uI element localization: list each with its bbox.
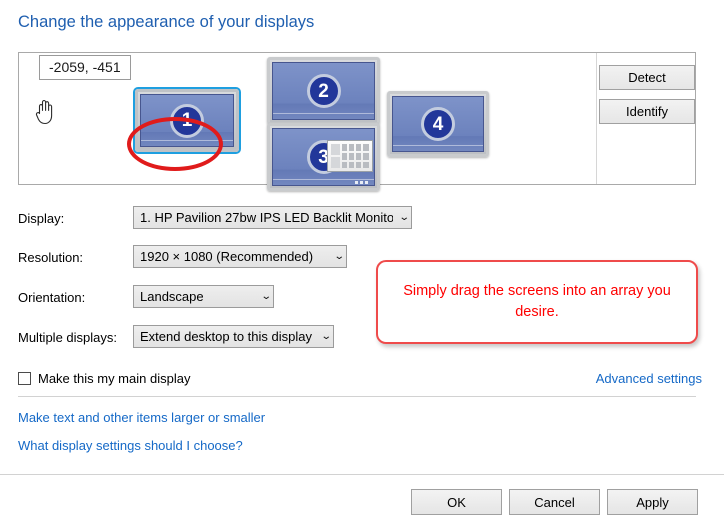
- red-ellipse-annotation: [127, 117, 223, 171]
- text-size-link[interactable]: Make text and other items larger or smal…: [18, 410, 265, 425]
- start-tiles-icon-grid: [341, 144, 369, 169]
- orientation-select[interactable]: Landscape ⌄: [133, 285, 274, 308]
- panel-vertical-divider: [596, 53, 597, 184]
- drag-coordinates-tooltip: -2059, -451: [39, 55, 131, 80]
- monitor-screen-3: 3: [272, 128, 375, 186]
- display-preview-panel[interactable]: 1 2 3 4 -2059, -451 Detect Identify: [18, 52, 696, 191]
- monitor-number-badge-2: 2: [306, 74, 341, 108]
- cancel-button[interactable]: Cancel: [509, 489, 600, 515]
- monitor-tile-2[interactable]: 2: [267, 57, 380, 125]
- detect-button[interactable]: Detect: [599, 65, 695, 90]
- chevron-down-icon: ⌄: [398, 212, 410, 223]
- multiple-displays-select[interactable]: Extend desktop to this display ⌄: [133, 325, 334, 348]
- monitor-tile-4[interactable]: 4: [387, 91, 489, 157]
- display-select-value: 1. HP Pavilion 27bw IPS LED Backlit Moni…: [140, 210, 393, 225]
- advanced-settings-link[interactable]: Advanced settings: [596, 371, 702, 386]
- chevron-down-icon: ⌄: [333, 251, 345, 262]
- form-divider: [18, 396, 696, 397]
- apply-button[interactable]: Apply: [607, 489, 698, 515]
- monitor-number-badge-4: 4: [421, 107, 455, 141]
- drag-instruction-callout: Simply drag the screens into an array yo…: [376, 260, 698, 344]
- orientation-select-value: Landscape: [140, 289, 204, 304]
- main-display-checkbox-label: Make this my main display: [38, 371, 191, 386]
- multiple-displays-label: Multiple displays:: [18, 330, 117, 345]
- main-display-checkbox-row[interactable]: Make this my main display: [18, 371, 190, 386]
- display-label: Display:: [18, 211, 65, 226]
- orientation-label: Orientation:: [18, 290, 86, 305]
- identify-button[interactable]: Identify: [599, 99, 695, 124]
- chevron-down-icon: ⌄: [320, 331, 332, 342]
- what-display-settings-link[interactable]: What display settings should I choose?: [18, 438, 243, 453]
- multiple-displays-select-value: Extend desktop to this display: [140, 329, 312, 344]
- monitor-screen-4: 4: [392, 96, 484, 152]
- resolution-select[interactable]: 1920 × 1080 (Recommended) ⌄: [133, 245, 347, 268]
- page-title: Change the appearance of your displays: [18, 13, 315, 31]
- bottom-divider: [0, 474, 724, 475]
- display-select[interactable]: 1. HP Pavilion 27bw IPS LED Backlit Moni…: [133, 206, 412, 229]
- resolution-select-value: 1920 × 1080 (Recommended): [140, 249, 314, 264]
- start-tiles-icon: [326, 140, 373, 173]
- taskbar-tray-dots-icon: [355, 181, 368, 184]
- start-tiles-icon-column: [330, 144, 340, 169]
- monitor-arrangement-stage[interactable]: 1 2 3 4 -2059, -451: [19, 53, 579, 191]
- main-display-checkbox[interactable]: [18, 372, 31, 385]
- ok-button[interactable]: OK: [411, 489, 502, 515]
- monitor-tile-3[interactable]: 3: [267, 123, 380, 191]
- hand-drag-cursor-icon: [35, 99, 57, 125]
- resolution-label: Resolution:: [18, 250, 84, 265]
- chevron-down-icon: ⌄: [260, 291, 272, 302]
- monitor-screen-2: 2: [272, 62, 375, 120]
